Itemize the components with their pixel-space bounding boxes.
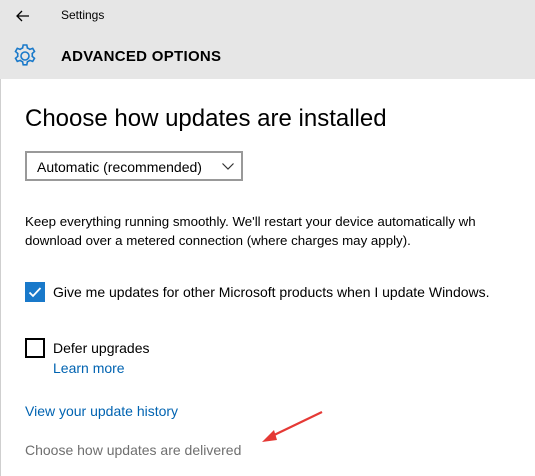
dropdown-selected-value: Automatic (recommended) [37,159,202,175]
back-arrow-icon [16,10,29,22]
install-mode-dropdown[interactable]: Automatic (recommended) [25,151,243,181]
page-header: ADVANCED OPTIONS [0,32,535,79]
microsoft-products-option[interactable]: Give me updates for other Microsoft prod… [25,282,490,302]
defer-upgrades-option[interactable]: Defer upgrades [25,338,150,358]
defer-upgrades-label: Defer upgrades [53,340,150,356]
description-line: Keep everything running smoothly. We'll … [25,214,476,229]
back-button[interactable] [10,5,36,27]
gear-icon [14,44,36,66]
defer-upgrades-checkbox[interactable] [25,338,45,358]
description: Keep everything running smoothly. We'll … [25,212,476,250]
page-title: ADVANCED OPTIONS [61,48,222,65]
chevron-down-icon [222,163,234,170]
update-history-link[interactable]: View your update history [25,403,178,419]
app-title: Settings [61,8,105,22]
microsoft-products-checkbox[interactable] [25,282,45,302]
delivery-options-link[interactable]: Choose how updates are delivered [25,442,241,458]
learn-more-link[interactable]: Learn more [53,360,125,376]
section-heading: Choose how updates are installed [25,105,387,132]
title-bar: Settings [0,0,535,32]
main-content: Choose how updates are installed Automat… [0,79,535,476]
annotation-arrow-icon [262,411,323,442]
checkmark-icon [28,287,42,298]
description-line: download over a metered connection (wher… [25,233,411,248]
divider [0,79,1,476]
microsoft-products-label: Give me updates for other Microsoft prod… [53,284,490,300]
